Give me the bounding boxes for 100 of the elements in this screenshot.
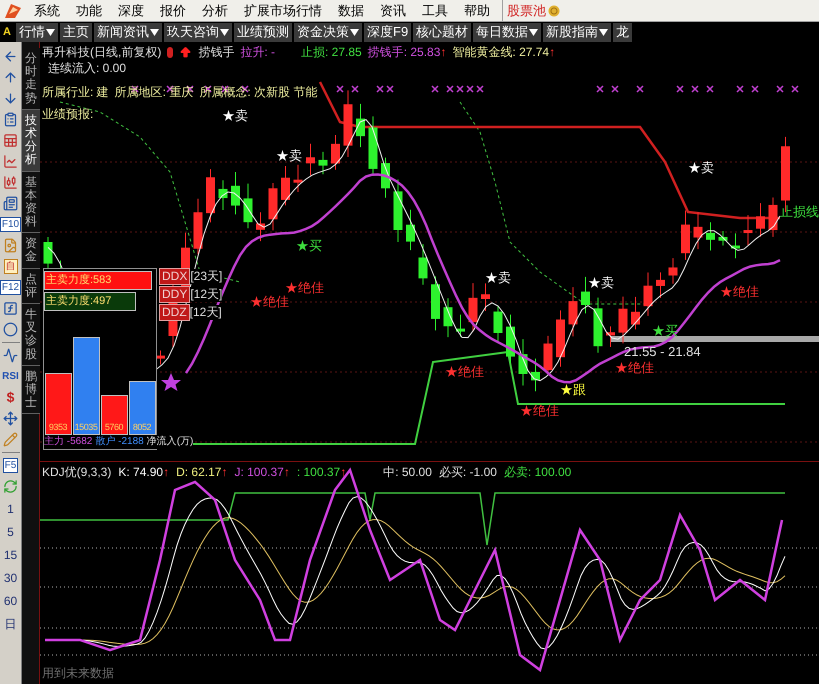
candlestick [694, 212, 702, 250]
candlestick [731, 232, 740, 259]
vertical-tab[interactable]: 技术分析 [22, 110, 40, 172]
candlestick [581, 276, 590, 314]
toolbar-tab[interactable]: 新闻资讯 [94, 22, 162, 42]
menu-item[interactable]: 资讯 [372, 0, 414, 22]
period-button[interactable]: 60 [4, 592, 18, 610]
signal-label: ★卖 [588, 275, 614, 290]
signal-label: ★跟 [560, 382, 586, 397]
bar-value: 15035 [74, 420, 98, 434]
grid-icon[interactable] [3, 133, 18, 148]
period-button[interactable]: 日 [4, 614, 16, 632]
toolbar-button[interactable]: F5 [2, 458, 18, 473]
toolbar-tab[interactable]: 龙 [613, 22, 632, 42]
star-icon [161, 373, 181, 391]
candlestick [506, 314, 515, 364]
toolbar-button[interactable]: 自 [4, 259, 18, 274]
menu-item[interactable]: 工具 [414, 0, 456, 22]
menu-item[interactable]: 数据 [330, 0, 372, 22]
menu-item[interactable]: 股票池 [507, 0, 546, 22]
candlestick [681, 210, 690, 260]
caret-icon [529, 28, 538, 36]
toolbar-tab[interactable]: 行情 [16, 22, 58, 42]
kdj-value: J: 100.37↑ [234, 464, 290, 480]
info-value: 止损: 27.85 [301, 44, 362, 60]
menu-item[interactable]: 报价 [152, 0, 194, 22]
window-icon[interactable] [3, 196, 18, 211]
candlestick [494, 305, 502, 342]
vertical-tab[interactable]: 点评 [22, 268, 40, 304]
circle-icon[interactable] [3, 322, 18, 337]
toolbar-button[interactable]: RSI [1, 370, 20, 383]
flow-bar [128, 381, 156, 435]
kdj-value: 必买: -1.00 [438, 464, 497, 480]
toolbar-tab[interactable]: 主页 [60, 22, 92, 42]
menu-item[interactable]: 深度 [110, 0, 152, 22]
toolbar-tab[interactable]: 核心题材 [413, 22, 472, 42]
toolbar-button[interactable]: F10 [0, 217, 22, 232]
indicator-days: [23天] [190, 269, 222, 284]
candlestick [406, 209, 415, 251]
toolbar-tab[interactable]: 新股指南 [543, 22, 612, 42]
menu-item[interactable]: 扩展市场行情 [236, 0, 330, 22]
indicator-days: [12天] [190, 305, 222, 320]
wave-icon[interactable] [3, 348, 18, 363]
toolbar-tab[interactable]: 业绩预测 [234, 22, 292, 42]
candlestick [231, 172, 240, 215]
candlestick [431, 276, 440, 331]
menu-item[interactable]: 分析 [194, 0, 236, 22]
candlestick [706, 222, 715, 252]
signal-label: ★买 [296, 238, 322, 253]
toolbar-tab[interactable]: 深度F9 [364, 22, 412, 42]
candlestick [294, 164, 302, 192]
candlestick [418, 244, 428, 286]
toolbar-tab[interactable]: 玖天咨询 [164, 22, 232, 42]
period-button[interactable]: 1 [7, 500, 14, 518]
toolbar-tab[interactable]: 资金决策 [294, 22, 362, 42]
vertical-tab[interactable]: 资金 [22, 233, 40, 269]
candlestick [444, 298, 452, 338]
signal-label: 止损线 [780, 204, 819, 219]
vertical-tab[interactable]: 鹏博士 [22, 366, 40, 414]
strength-label: 主卖力度:497 [44, 292, 136, 311]
vertical-tab[interactable]: 基本资料 [22, 172, 40, 234]
concept-text: 所属概念: 次新股 节能 [199, 84, 318, 100]
candlestick [468, 282, 478, 332]
signal-label: ★绝佳 [445, 364, 484, 379]
footer-note: 用到未来数据 [42, 665, 114, 682]
period-button[interactable]: 30 [4, 568, 18, 586]
candlestick [344, 90, 352, 158]
period-button[interactable]: 5 [7, 522, 14, 540]
menu-item[interactable]: 帮助 [456, 0, 498, 22]
toolbar-button[interactable]: $ [6, 391, 16, 404]
period-button[interactable]: 15 [4, 546, 18, 564]
function-icon[interactable] [3, 301, 18, 316]
info-value: 拉升: - [240, 44, 275, 60]
signal-label: ★绝佳 [285, 280, 324, 295]
candlestick-icon[interactable] [3, 175, 18, 190]
signal-label: ★卖 [222, 108, 248, 123]
candlestick [156, 350, 165, 366]
vertical-tab[interactable]: 分时走势 [22, 48, 40, 110]
info-value: 智能黄金线: 27.74↑ [452, 44, 556, 60]
report-icon[interactable] [3, 112, 18, 127]
candlestick [568, 286, 578, 337]
bar-value: 8052 [132, 420, 152, 434]
coin-icon [548, 4, 560, 16]
candlestick [318, 151, 328, 175]
caret-icon [150, 28, 159, 36]
arrow-down-icon[interactable] [3, 91, 18, 106]
forecast-text: 业绩预报: [42, 106, 94, 122]
signal-label: ★买 [652, 323, 678, 338]
flow-summary: 净流入(万) [146, 435, 194, 449]
line-chart-icon[interactable] [3, 154, 18, 169]
menu-item[interactable]: 功能 [68, 0, 110, 22]
kdj-value: KDJ优(9,3,3) [42, 464, 112, 480]
caret-icon [350, 28, 359, 36]
toolbar-tab[interactable]: 每日数据 [473, 22, 542, 42]
toolbar-button[interactable]: F12 [0, 280, 22, 295]
menu-item[interactable]: 系统 [26, 0, 68, 22]
signal-label: ★绝佳 [250, 294, 289, 309]
indicator-days: [12天] [190, 287, 222, 302]
move-icon[interactable] [3, 411, 18, 426]
vertical-tab[interactable]: 牛叉诊股 [22, 304, 40, 366]
